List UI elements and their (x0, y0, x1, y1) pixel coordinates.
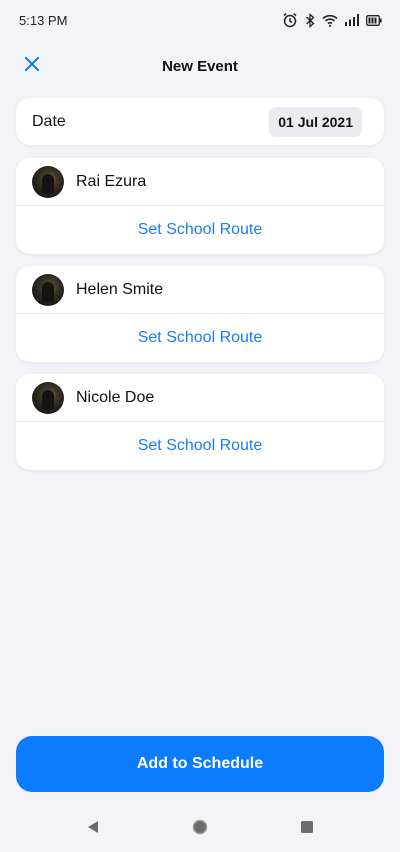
status-icons (282, 12, 382, 28)
person-card: Helen Smite Set School Route (16, 266, 384, 362)
back-button[interactable] (73, 809, 113, 849)
person-row: Nicole Doe (16, 374, 384, 422)
person-card: Rai Ezura Set School Route (16, 158, 384, 254)
status-bar: 5:13 PM (0, 0, 400, 40)
battery-icon (366, 14, 382, 26)
home-icon (192, 819, 208, 840)
person-name: Nicole Doe (76, 388, 155, 406)
avatar (32, 381, 64, 414)
date-label: Date (32, 112, 66, 130)
person-name: Rai Ezura (76, 172, 147, 190)
navigation-bar (0, 806, 400, 852)
person-row: Rai Ezura (16, 158, 384, 206)
home-button[interactable] (180, 809, 220, 849)
add-to-schedule-button[interactable]: Add to Schedule (16, 736, 384, 792)
recents-button[interactable] (287, 809, 327, 849)
date-picker-button[interactable]: 01 Jul 2021 (269, 106, 362, 137)
set-school-route-button[interactable]: Set School Route (16, 206, 384, 253)
status-time: 5:13 PM (19, 12, 68, 28)
back-icon (86, 820, 100, 839)
person-name: Helen Smite (76, 280, 164, 298)
close-icon (25, 56, 39, 76)
avatar (32, 273, 64, 306)
wifi-icon (322, 14, 338, 27)
bluetooth-icon (305, 12, 315, 28)
set-school-route-button[interactable]: Set School Route (16, 314, 384, 361)
header: New Event (0, 44, 400, 88)
signal-icon (345, 14, 359, 26)
page-title: New Event (162, 57, 238, 75)
avatar (32, 165, 64, 198)
set-school-route-button[interactable]: Set School Route (16, 422, 384, 469)
person-row: Helen Smite (16, 266, 384, 314)
person-card: Nicole Doe Set School Route (16, 374, 384, 470)
close-button[interactable] (20, 54, 44, 78)
alarm-icon (282, 12, 298, 28)
date-row: Date 01 Jul 2021 (16, 98, 384, 145)
recents-icon (300, 820, 314, 839)
